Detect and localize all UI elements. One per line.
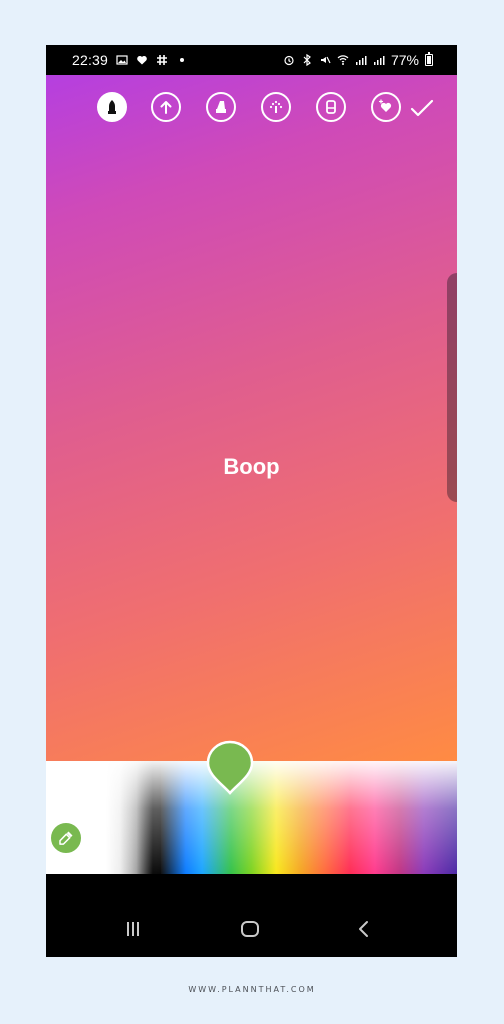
mute-icon — [319, 54, 331, 66]
navigation-bar — [46, 874, 457, 957]
dot-icon — [176, 54, 188, 66]
eraser-tool[interactable] — [316, 92, 346, 122]
signal-icon — [355, 54, 367, 66]
eyedropper-icon — [59, 831, 73, 845]
bluetooth-icon — [301, 54, 313, 66]
home-icon — [241, 921, 259, 937]
arrow-up-icon — [160, 101, 172, 114]
back-icon — [359, 921, 368, 937]
arrow-tool[interactable] — [151, 92, 181, 122]
battery-text: 77% — [390, 52, 419, 68]
done-button[interactable] — [408, 94, 436, 122]
side-handle[interactable] — [447, 273, 457, 502]
chalk-tool[interactable] — [261, 92, 291, 122]
wifi-icon — [337, 54, 349, 66]
heart-sparkle-icon — [378, 99, 392, 112]
heart-icon — [136, 54, 148, 66]
eraser-icon — [326, 100, 336, 114]
canvas-text[interactable]: Boop — [46, 454, 457, 480]
chalk-icon — [269, 100, 283, 113]
alarm-icon — [283, 54, 295, 66]
marker-tool[interactable] — [97, 92, 127, 122]
home-button[interactable] — [239, 918, 261, 940]
status-bar: 22:39 77% — [46, 45, 457, 75]
eyedropper-button[interactable] — [49, 821, 83, 855]
recent-apps-icon — [127, 922, 139, 936]
color-pin-icon — [206, 740, 254, 795]
highlighter-tool[interactable] — [206, 92, 236, 122]
back-button[interactable] — [353, 918, 375, 940]
check-icon — [410, 99, 434, 117]
image-icon — [116, 54, 128, 66]
footer-text: WWW.PLANNTHAT.COM — [188, 985, 316, 994]
marker-icon — [108, 100, 116, 114]
status-time: 22:39 — [72, 52, 109, 68]
status-left: 22:39 — [72, 45, 188, 75]
story-canvas[interactable]: Boop — [46, 75, 457, 761]
phone-screen: 22:39 77% Boop — [46, 45, 457, 957]
highlighter-icon — [216, 101, 226, 113]
signal-icon — [373, 54, 385, 66]
slack-icon — [156, 54, 168, 66]
selected-color-pin[interactable] — [206, 740, 254, 796]
recent-apps-button[interactable] — [122, 918, 144, 940]
heart-sparkle-tool[interactable] — [371, 92, 401, 122]
battery-icon — [425, 52, 433, 66]
battery-level — [427, 56, 431, 64]
drawing-toolbar — [97, 92, 437, 128]
status-right: 77% — [283, 45, 433, 75]
